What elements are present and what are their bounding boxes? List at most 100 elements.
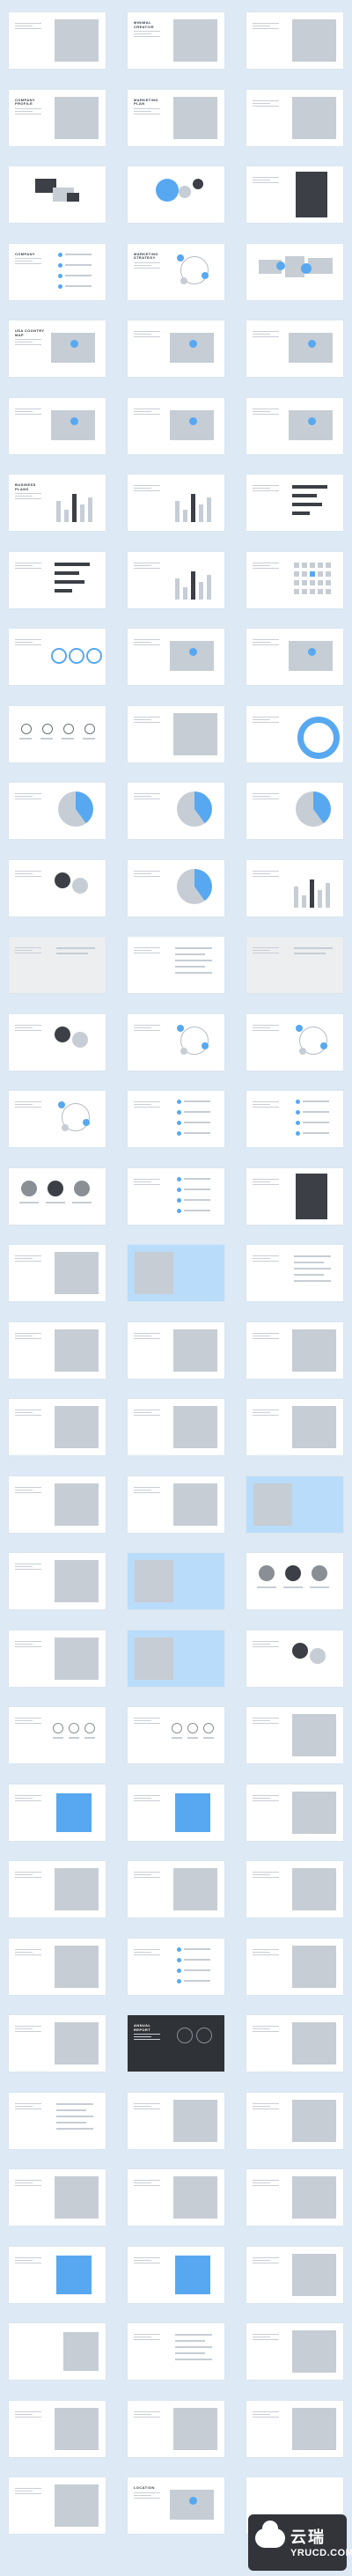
slide-thumbnail: Company profile: [9, 89, 106, 146]
text-line: [15, 2185, 41, 2186]
photo-placeholder: [253, 1483, 292, 1526]
bullet-icon: [296, 1121, 300, 1125]
text-line: [15, 947, 41, 948]
text-line: [56, 2109, 86, 2111]
text-line: [283, 1586, 303, 1588]
circle-photo: [55, 1026, 70, 1042]
text-line: [253, 1874, 270, 1875]
slide-thumbnail: [128, 166, 224, 223]
text-line: [134, 1874, 151, 1875]
text-line: [15, 2256, 41, 2258]
text-line: [15, 1640, 41, 1642]
slide-grid: Minimal creative Company profile Marketing…: [0, 0, 352, 2576]
text-line: [19, 737, 32, 740]
bullet-icon: [177, 1176, 181, 1181]
text-line: [294, 1255, 331, 1257]
text-line: [310, 1586, 329, 1588]
slide-text: [134, 407, 167, 415]
list-line: [303, 1100, 329, 1102]
slide-text: [253, 2178, 286, 2186]
slide-thumbnail: [246, 629, 343, 685]
map-shape: [51, 333, 95, 363]
text-line: [253, 1643, 270, 1645]
slide-thumbnail: [9, 705, 106, 762]
text-line: [15, 410, 33, 412]
text-line: [15, 567, 41, 569]
bullet-icon: [58, 262, 62, 268]
bullet-icon: [177, 1100, 181, 1104]
slide-text: Minimal creative: [134, 20, 167, 38]
text-line: [253, 1872, 279, 1873]
slide-thumbnail: [9, 2323, 106, 2380]
text-line: [253, 947, 279, 948]
stat-ring: [51, 648, 67, 664]
photo-placeholder: [55, 2407, 99, 2450]
text-line: [15, 1261, 41, 1262]
list-line: [184, 1209, 210, 1211]
slide-thumbnail: [246, 1784, 343, 1841]
text-line: [253, 490, 279, 491]
text-line: [253, 875, 279, 877]
photo-placeholder: [55, 1945, 99, 1988]
text-line: [253, 105, 279, 107]
slide-thumbnail: [246, 397, 343, 454]
bar-mark: [183, 586, 187, 600]
slide-text: [134, 1177, 167, 1185]
photo-placeholder: [135, 1252, 173, 1294]
slide-thumbnail: [9, 1784, 106, 1841]
photo-placeholder: [173, 712, 217, 755]
text-line: [134, 110, 151, 112]
map-marker: [308, 340, 316, 348]
text-line: [253, 644, 279, 645]
slide-text: [253, 1408, 286, 1416]
text-line: [15, 1337, 41, 1339]
pie-chart: [177, 868, 212, 904]
text-line: [253, 1800, 279, 1801]
photo-placeholder: [173, 96, 217, 139]
photo-placeholder: [173, 2176, 217, 2219]
text-line: [253, 1261, 279, 1262]
cycle-node: [58, 1101, 65, 1108]
slide-text: [15, 1947, 48, 1955]
text-line: [253, 567, 279, 569]
text-line: [203, 1737, 214, 1739]
slide-text: [134, 1870, 167, 1878]
number-circle: [172, 1723, 182, 1733]
text-line: [253, 1332, 279, 1334]
slide-thumbnail: [128, 1167, 224, 1225]
cycle-node: [83, 1119, 90, 1126]
slide-text: [134, 2101, 167, 2109]
text-line: [134, 2039, 160, 2041]
slide-title: Business plans: [15, 482, 36, 491]
slide-thumbnail: [128, 551, 224, 608]
slide-thumbnail: [246, 2169, 343, 2226]
text-line: [72, 1201, 92, 1203]
text-line: [134, 2259, 151, 2261]
text-line: [40, 737, 53, 740]
text-line: [253, 1178, 279, 1180]
slide-text: [253, 2332, 286, 2340]
slide-thumbnail: USA COUNTRY MAP: [9, 320, 106, 377]
text-line: [253, 950, 270, 951]
text-line: [134, 1872, 160, 1873]
text-line: [134, 1412, 151, 1413]
text-line: [253, 2182, 270, 2183]
bullet-icon: [177, 1110, 181, 1115]
text-line: [15, 1024, 41, 1026]
list-line: [65, 253, 92, 255]
slide-thumbnail: [9, 551, 106, 608]
slide-thumbnail: [128, 1784, 224, 1841]
text-line: [253, 1723, 279, 1724]
map-marker: [189, 416, 197, 425]
text-line: [15, 642, 33, 643]
text-line: [15, 2493, 41, 2494]
bar-mark: [294, 886, 298, 908]
photo-placeholder: [55, 2176, 99, 2219]
photo-placeholder: [55, 1560, 99, 1602]
text-line: [253, 2334, 279, 2335]
text-line: [56, 947, 95, 949]
text-line: [134, 2185, 160, 2186]
text-line: [134, 1718, 160, 1719]
slide-thumbnail: [128, 1630, 224, 1687]
text-line: [134, 336, 160, 337]
